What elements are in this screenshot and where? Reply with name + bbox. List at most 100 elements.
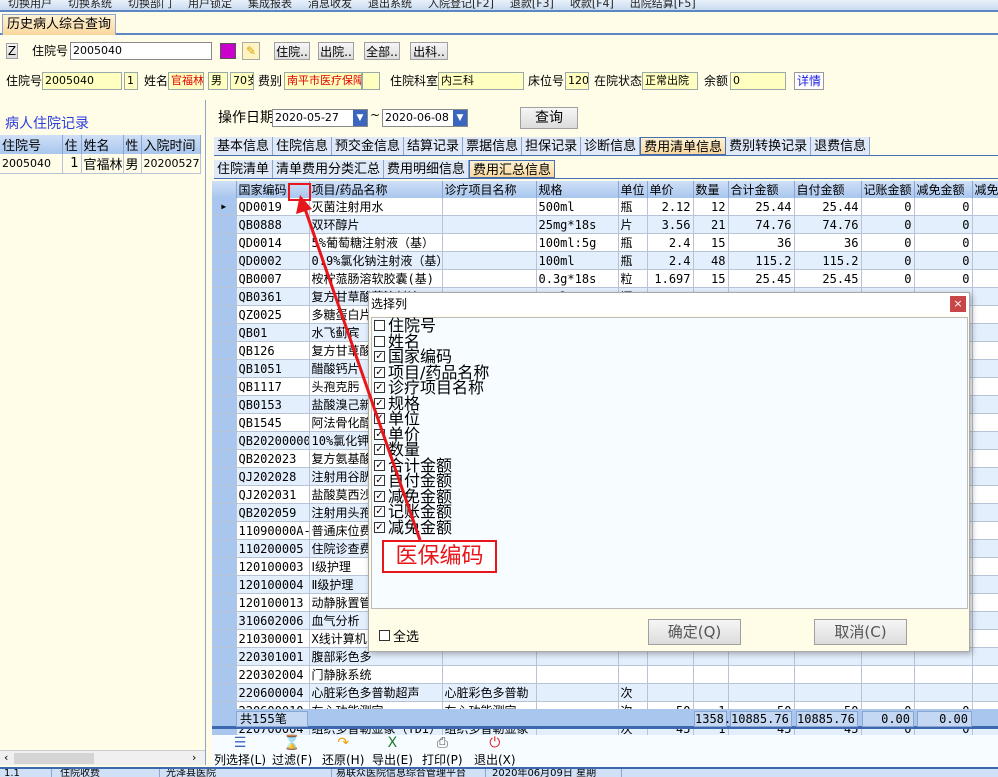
row-indicator[interactable] xyxy=(212,251,237,270)
column-header[interactable]: 记账金额 xyxy=(861,181,915,198)
column-header[interactable]: 合计金额 xyxy=(728,181,795,198)
checkbox-checked-icon[interactable]: ✓ xyxy=(374,459,385,471)
row-indicator[interactable] xyxy=(212,647,237,666)
column-header[interactable]: 规格 xyxy=(536,181,619,198)
column-option[interactable]: 姓名 xyxy=(372,333,967,349)
dropdown-arrow-icon[interactable]: ▼ xyxy=(353,110,367,126)
checkbox-checked-icon[interactable]: ✓ xyxy=(374,413,385,425)
row-indicator[interactable] xyxy=(212,305,237,324)
col-header[interactable]: 住 xyxy=(62,135,82,154)
column-option[interactable]: ✓ 自付金额 xyxy=(372,473,967,489)
column-option[interactable]: ✓ 单价 xyxy=(372,426,967,442)
column-header[interactable]: 减免金额 xyxy=(914,181,973,198)
query-button[interactable]: 查询 xyxy=(520,107,578,129)
col-header[interactable]: 住院号 xyxy=(0,135,63,154)
clear-broom-icon[interactable]: ✎ xyxy=(242,42,260,60)
column-header[interactable]: 自付金额 xyxy=(794,181,862,198)
column-option[interactable]: ✓ 减免金额 xyxy=(372,519,967,535)
table-row[interactable]: ▶ QD0019 灭菌注射用水 500ml 瓶 2.12 12 25.44 25.44 0 0 xyxy=(212,198,998,216)
toolbar-button-5[interactable]: ⏻ 退出(X) xyxy=(474,735,516,768)
row-indicator[interactable] xyxy=(212,449,237,468)
table-row[interactable]: QB0007 桉柠蒎肠溶软胶囊(基) 0.3g*18s 粒 1.697 15 25.45 25… xyxy=(212,269,998,288)
toolbar-button-3[interactable]: X 导出(E) xyxy=(372,735,413,768)
menu-item[interactable]: 出院结算[F5] xyxy=(630,0,696,10)
subtab-2[interactable]: 费用明细信息 xyxy=(384,160,470,178)
menu-item[interactable]: 消息收发 xyxy=(308,0,352,10)
tab-8[interactable]: 费别转换记录 xyxy=(726,137,812,155)
dropdown-arrow-icon[interactable]: ▼ xyxy=(453,110,467,126)
column-header[interactable]: 数量 xyxy=(693,181,729,198)
column-header[interactable]: 单价 xyxy=(647,181,694,198)
scroll-thumb[interactable] xyxy=(14,753,94,764)
window-tab-history[interactable]: 历史病人综合查询 xyxy=(2,14,117,35)
column-option[interactable]: 住院号 xyxy=(372,318,967,334)
checkbox-checked-icon[interactable]: ✓ xyxy=(374,475,385,487)
col-header[interactable]: 入院时间 xyxy=(141,135,201,154)
table-row[interactable]: QD0002 0.9%氯化钠注射液（基） 100ml 瓶 2.4 48 115.2 115.2… xyxy=(212,251,998,270)
checkbox-checked-icon[interactable]: ✓ xyxy=(374,397,385,409)
inpatient-filter-button[interactable]: 住院.. xyxy=(274,42,310,60)
row-indicator[interactable] xyxy=(212,269,237,288)
column-option[interactable]: ✓ 数量 xyxy=(372,442,967,458)
horizontal-scrollbar[interactable]: ‹ › xyxy=(0,750,205,765)
col-header[interactable]: 姓名 xyxy=(81,135,124,154)
row-indicator[interactable] xyxy=(212,629,237,648)
tab-0[interactable]: 基本信息 xyxy=(214,137,274,155)
checkbox-checked-icon[interactable]: ✓ xyxy=(374,444,385,456)
table-row[interactable]: QB0888 双环醇片 25mg*18s 片 3.56 21 74.76 74.76 0 0 xyxy=(212,215,998,234)
date-from-picker[interactable]: 2020-05-27 ▼ xyxy=(272,109,368,127)
cancel-button[interactable]: 取消(C) xyxy=(814,619,907,645)
row-indicator[interactable] xyxy=(212,575,237,594)
checkbox-checked-icon[interactable]: ✓ xyxy=(374,521,385,533)
row-indicator[interactable] xyxy=(212,467,237,486)
column-select-button[interactable]: ☰ 列选择(L) xyxy=(214,735,266,768)
row-indicator[interactable] xyxy=(212,287,237,306)
scroll-right-icon[interactable]: › xyxy=(192,751,196,764)
menu-item[interactable]: 切换用户 xyxy=(8,0,52,10)
tab-6[interactable]: 诊断信息 xyxy=(581,137,641,155)
tab-7[interactable]: 费用清单信息 xyxy=(640,137,727,155)
scroll-left-icon[interactable]: ‹ xyxy=(4,751,8,764)
menu-item[interactable]: 入院登记[F2] xyxy=(428,0,494,10)
column-option[interactable]: ✓ 诊疗项目名称 xyxy=(372,380,967,396)
column-option[interactable]: ✓ 单位 xyxy=(372,411,967,427)
column-header[interactable]: 诊疗项目名称 xyxy=(442,181,537,198)
row-indicator[interactable] xyxy=(212,539,237,558)
tab-5[interactable]: 担保记录 xyxy=(522,137,582,155)
z-button[interactable]: Z xyxy=(6,43,18,59)
row-indicator[interactable]: ▶ xyxy=(212,198,237,216)
row-indicator[interactable] xyxy=(212,611,237,630)
row-indicator[interactable] xyxy=(212,395,237,414)
detail-button[interactable]: 详情 xyxy=(794,72,824,90)
discharged-filter-button[interactable]: 出院.. xyxy=(318,42,354,60)
select-all-checkbox[interactable]: 全选 xyxy=(379,626,419,645)
row-indicator[interactable] xyxy=(212,377,237,396)
table-row[interactable]: 2005040 1 官福林男 20200527 xyxy=(0,154,201,174)
checkbox-checked-icon[interactable]: ✓ xyxy=(374,490,385,502)
row-indicator[interactable] xyxy=(212,593,237,612)
transfer-out-button[interactable]: 出科.. xyxy=(410,42,448,60)
column-option[interactable]: ✓ 减免金额 xyxy=(372,488,967,504)
menu-item[interactable]: 收款[F4] xyxy=(570,0,614,10)
tab-1[interactable]: 住院信息 xyxy=(273,137,333,155)
column-option[interactable]: ✓ 合计金额 xyxy=(372,457,967,473)
subtab-1[interactable]: 清单费用分类汇总 xyxy=(273,160,385,178)
inpatient-number-input[interactable]: 2005040 xyxy=(70,42,212,60)
menu-item[interactable]: 退款[F3] xyxy=(510,0,554,10)
ok-button[interactable]: 确定(Q) xyxy=(648,619,741,645)
row-indicator[interactable] xyxy=(212,233,237,252)
subtab-3[interactable]: 费用汇总信息 xyxy=(469,160,556,178)
row-indicator[interactable] xyxy=(212,341,237,360)
row-indicator[interactable] xyxy=(212,485,237,504)
checkbox-checked-icon[interactable]: ✓ xyxy=(374,366,385,378)
checkbox-icon[interactable] xyxy=(374,320,385,332)
row-indicator[interactable] xyxy=(212,557,237,576)
toolbar-button-4[interactable]: ⎙ 打印(P) xyxy=(422,735,463,768)
row-indicator[interactable] xyxy=(212,431,237,450)
menu-item[interactable]: 退出系统 xyxy=(368,0,412,10)
tab-9[interactable]: 退费信息 xyxy=(811,137,871,155)
checkbox-checked-icon[interactable]: ✓ xyxy=(374,382,385,394)
subtab-0[interactable]: 住院清单 xyxy=(214,160,274,178)
toolbar-button-1[interactable]: ⌛ 过滤(F) xyxy=(272,735,312,768)
table-row[interactable]: QD0014 5%葡萄糖注射液（基） 100ml:5g 瓶 2.4 15 36 36 0 0 xyxy=(212,233,998,252)
